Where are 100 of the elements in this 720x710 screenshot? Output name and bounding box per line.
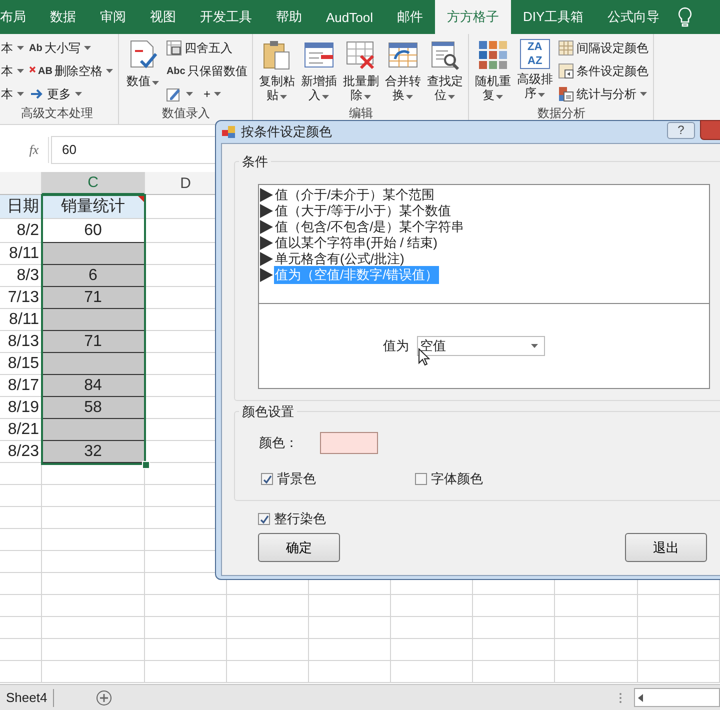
- list-item[interactable]: 值（大于/等于/小于）某个数值: [274, 202, 452, 220]
- triangle-icon: [259, 252, 274, 266]
- ribbon-button[interactable]: 更多: [28, 86, 83, 102]
- table-cell: [0, 573, 42, 595]
- table-cell: 8/2: [0, 219, 42, 243]
- caret-icon: [538, 93, 546, 97]
- triangle-icon: [259, 268, 274, 282]
- ribbon-button[interactable]: ZAAZ 高级排序: [515, 37, 554, 100]
- dialog-button[interactable]: 确定: [258, 533, 340, 562]
- grid-icon: [558, 40, 574, 56]
- horizontal-scrollbar[interactable]: [634, 688, 720, 707]
- table-cell: [0, 463, 42, 485]
- table-icon: [558, 63, 574, 79]
- app-icon: [222, 126, 236, 138]
- help-button[interactable]: ?: [667, 122, 695, 138]
- table-cell: 58: [42, 397, 145, 419]
- checkbox-label: 背景色: [277, 470, 316, 488]
- dropdown-arrow-icon: [531, 344, 538, 348]
- table-delete-icon: [344, 39, 377, 71]
- table-icon: [166, 40, 182, 56]
- list-item[interactable]: 值以某个字符串(开始 / 结束): [274, 234, 438, 252]
- ribbon-button[interactable]: 合并转换: [383, 37, 422, 102]
- table-cell: 71: [42, 331, 145, 353]
- dialog-button[interactable]: 退出: [625, 533, 707, 562]
- checkbox[interactable]: [258, 513, 270, 525]
- fill-handle[interactable]: [142, 461, 150, 469]
- ribbon-button[interactable]: 条件设定颜色: [557, 62, 650, 80]
- color-swatch[interactable]: [320, 432, 378, 454]
- table-cell: [0, 529, 42, 551]
- ribbon-button[interactable]: 本: [0, 40, 25, 56]
- group-label: 数值录入: [160, 105, 211, 122]
- table-cell: [0, 661, 42, 683]
- ribbon-tab[interactable]: 帮助: [264, 0, 314, 34]
- table-cell: 8/3: [0, 265, 42, 287]
- checkbox-label: 整行染色: [274, 510, 326, 528]
- ribbon-tab[interactable]: 数据: [38, 0, 88, 34]
- ribbon-button[interactable]: 统计与分析: [557, 86, 648, 102]
- checkbox-label: 字体颜色: [431, 470, 483, 488]
- caret-icon: [322, 95, 330, 99]
- ribbon-button[interactable]: 数值: [123, 37, 162, 88]
- ribbon-tab[interactable]: DIY工具箱: [510, 0, 596, 34]
- ribbon-tab[interactable]: 方方格子: [434, 0, 511, 34]
- chart-table-icon: [558, 86, 574, 102]
- ribbon-tab[interactable]: 邮件: [384, 0, 435, 34]
- caret-icon: [364, 95, 372, 99]
- ribbon-button[interactable]: 批量删除: [341, 37, 380, 102]
- color-tiles-icon: [476, 39, 509, 71]
- ribbon-button[interactable]: 间隔设定颜色: [557, 40, 650, 56]
- list-box[interactable]: 值（介于/未介于）某个范围 值（大于/等于/小于）某个数值 值（包含/不包含/是）某个字符串 值以某个字符串(开始 / 结束) 单元格含有(公式/批注) 值为（空值/非数字/错误值） 值为 空值: [258, 184, 710, 389]
- caret-icon: [17, 69, 24, 73]
- ribbon-button[interactable]: 本: [0, 62, 25, 80]
- ribbon-tab[interactable]: 审阅: [88, 0, 138, 34]
- table-cell: [0, 485, 42, 507]
- splitter-icon[interactable]: [619, 692, 622, 704]
- add-sheet-icon[interactable]: [96, 690, 112, 706]
- caret-icon: [106, 69, 114, 73]
- ribbon-tab[interactable]: 视图: [138, 0, 188, 34]
- caret-icon: [152, 81, 160, 85]
- table-cell: 8/11: [0, 309, 42, 331]
- group-label: 编辑: [348, 105, 374, 122]
- caret-icon: [280, 95, 288, 99]
- ribbon-button[interactable]: AB 删除空格: [28, 62, 114, 80]
- table-cell: 84: [42, 375, 145, 397]
- caret-icon: [406, 95, 414, 99]
- sort-icon: ZAAZ: [520, 39, 550, 69]
- checkbox[interactable]: [415, 473, 427, 485]
- table-cell: 8/23: [0, 441, 42, 463]
- table-cell: 8/17: [0, 375, 42, 397]
- ribbon-button[interactable]: 新增插入: [299, 37, 338, 102]
- function-label[interactable]: fx: [20, 136, 49, 162]
- ribbon-button[interactable]: +: [202, 87, 222, 101]
- table-cell: [0, 595, 42, 617]
- sheet-tab[interactable]: Sheet4: [0, 688, 54, 706]
- caret-icon: [75, 92, 82, 96]
- caret-icon: [214, 92, 222, 96]
- list-item[interactable]: 值（包含/不包含/是）某个字符串: [274, 218, 466, 236]
- triangle-icon: [259, 188, 274, 202]
- ribbon-button[interactable]: [165, 86, 194, 102]
- ribbon-button[interactable]: Ab 大小写: [28, 40, 92, 56]
- table-cell: 32: [42, 441, 145, 463]
- ribbon-button[interactable]: Abc 只保留数值: [165, 62, 248, 80]
- table-cell: [0, 507, 42, 529]
- window-title: 按条件设定颜色: [241, 123, 332, 141]
- ribbon-tab[interactable]: AudTool: [314, 0, 385, 34]
- checkbox[interactable]: [261, 473, 273, 485]
- ribbon-button[interactable]: 四舍五入: [165, 40, 234, 56]
- ribbon-button[interactable]: 复制粘贴: [257, 37, 296, 102]
- table-cell: 8/19: [0, 397, 42, 419]
- lightbulb-icon[interactable]: [678, 7, 692, 27]
- ribbon-button[interactable]: 查找定位: [425, 37, 464, 102]
- caret-icon: [496, 95, 504, 99]
- ribbon-button[interactable]: 随机重复: [473, 37, 512, 102]
- ribbon-tab[interactable]: 开发工具: [188, 0, 264, 34]
- group-title: 颜色设置: [239, 403, 297, 421]
- list-item[interactable]: 单元格含有(公式/批注): [274, 250, 406, 268]
- list-item[interactable]: 值（介于/未介于）某个范围: [274, 186, 436, 204]
- ribbon-button[interactable]: 本: [0, 86, 25, 102]
- ribbon-tab[interactable]: 布局: [0, 0, 38, 34]
- column-header[interactable]: C: [42, 172, 145, 195]
- ribbon-tab[interactable]: 公式向导: [596, 0, 672, 34]
